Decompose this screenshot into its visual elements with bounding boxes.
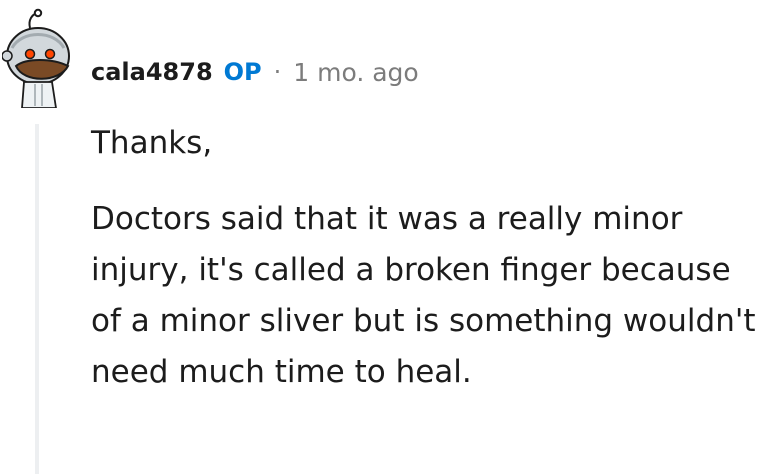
op-badge: OP — [223, 58, 262, 86]
username-link[interactable]: cala4878 — [91, 58, 213, 86]
comment-meta: cala4878 OP · 1 mo. ago — [91, 52, 419, 92]
thread-collapse-line[interactable] — [35, 124, 39, 474]
comment-body: Thanks, Doctors said that it was a reall… — [91, 118, 761, 398]
comment-paragraph: Doctors said that it was a really minor … — [91, 201, 756, 390]
comment-timestamp[interactable]: 1 mo. ago — [293, 58, 418, 87]
comment-paragraph: Thanks, — [91, 125, 213, 161]
meta-separator: · — [273, 58, 282, 86]
user-avatar-icon[interactable] — [2, 8, 78, 108]
comment: cala4878 OP · 1 mo. ago Thanks, Doctors … — [0, 0, 770, 474]
